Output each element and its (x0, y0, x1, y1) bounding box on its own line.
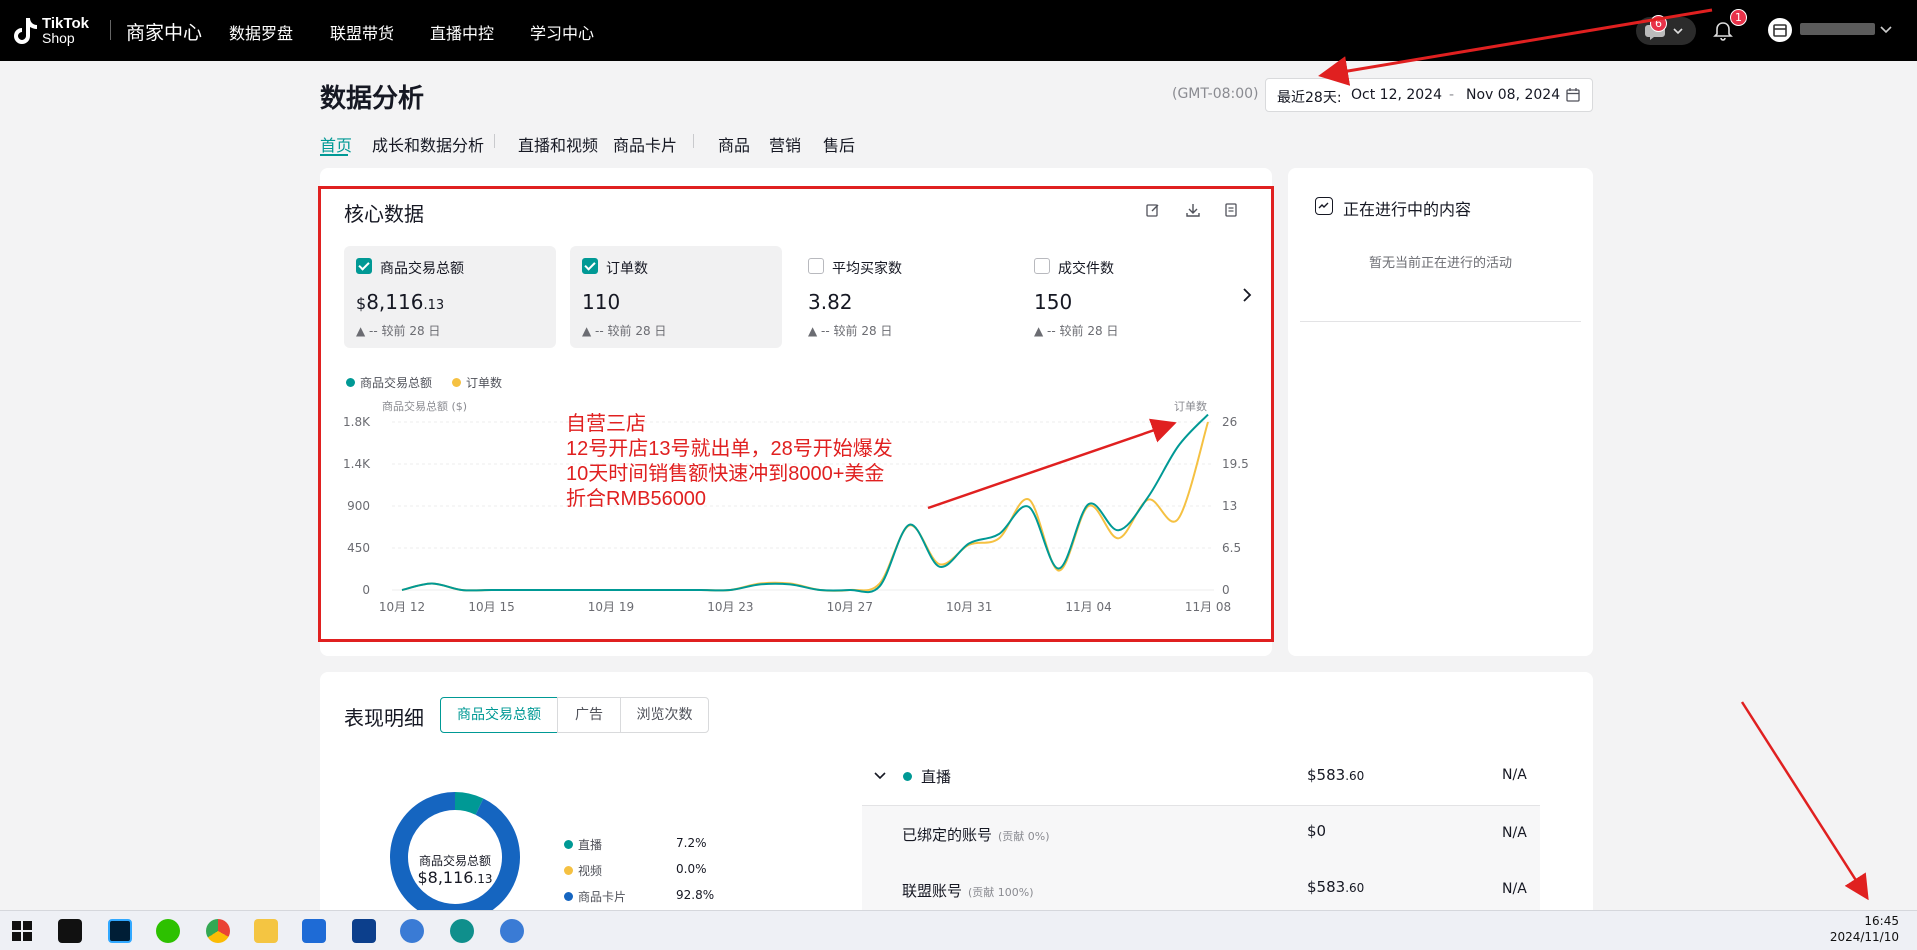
arrow-to-date (1318, 8, 1713, 86)
arrow-to-clock (1740, 701, 1869, 901)
photoshop-icon[interactable] (108, 919, 132, 943)
arrow-to-peak (927, 418, 1177, 510)
app-icon[interactable] (352, 919, 376, 943)
windows-start-icon[interactable] (10, 919, 34, 943)
app-icon[interactable] (500, 919, 524, 943)
app-icon[interactable] (400, 919, 424, 943)
capcut-icon[interactable] (58, 919, 82, 943)
system-clock[interactable]: 16:45 2024/11/10 (1830, 913, 1899, 945)
chrome-icon[interactable] (206, 919, 230, 943)
app-icon[interactable] (302, 919, 326, 943)
red-arrows-overlay (927, 8, 1869, 901)
clock-date: 2024/11/10 (1829, 930, 1899, 944)
windows-taskbar (0, 910, 1917, 950)
wechat-icon[interactable] (156, 919, 180, 943)
clock-time: 16:45 (1864, 914, 1899, 928)
file-explorer-icon[interactable] (254, 919, 278, 943)
edge-icon[interactable] (450, 919, 474, 943)
